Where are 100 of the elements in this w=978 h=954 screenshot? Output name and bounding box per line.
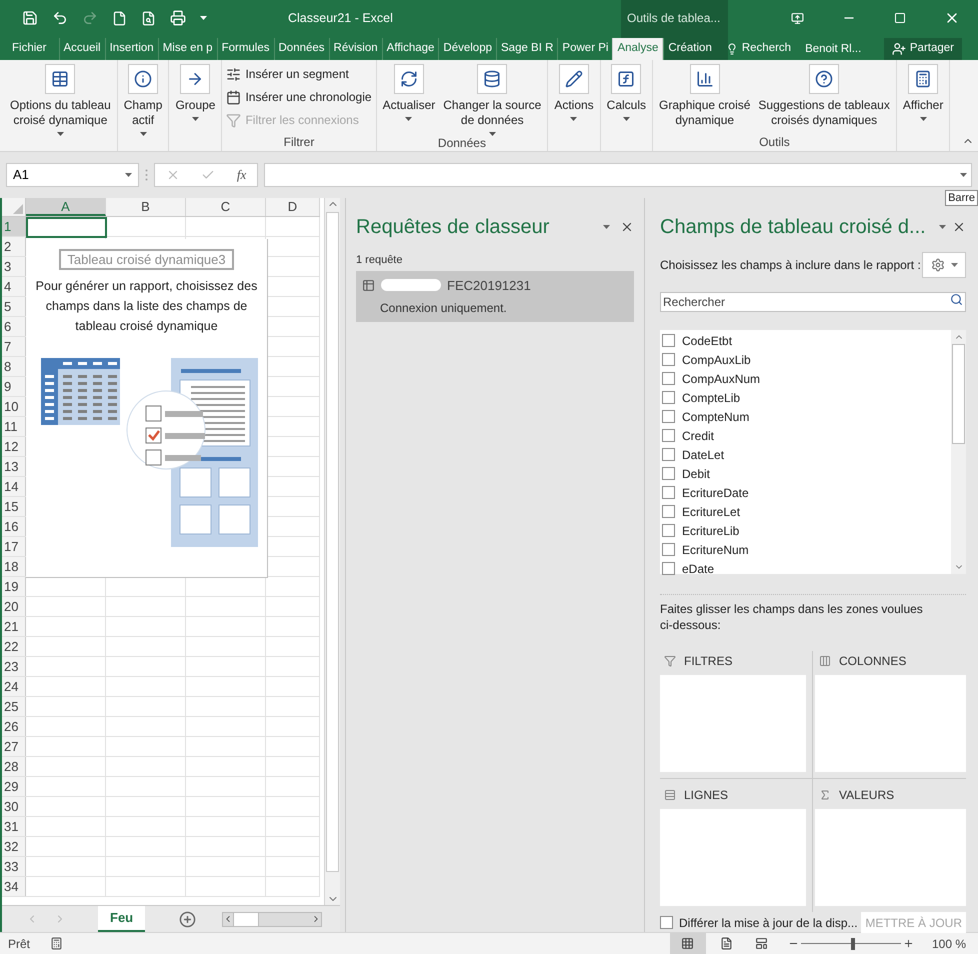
insert-function-button[interactable]: fx (236, 165, 246, 185)
name-box[interactable]: A1 (6, 163, 139, 187)
field-label[interactable]: DateLet (682, 446, 724, 464)
row-header[interactable]: 7 (2, 337, 26, 356)
query-item[interactable]: FEC20191231 Connexion uniquement. (356, 270, 634, 322)
sheet-tab[interactable]: Feu (98, 906, 146, 932)
print-preview-icon[interactable] (141, 10, 156, 26)
field-checkbox[interactable] (662, 410, 675, 423)
printer-icon[interactable] (170, 10, 186, 26)
field-checkbox[interactable] (662, 524, 675, 537)
maximize-icon[interactable] (894, 12, 906, 24)
undo-icon[interactable] (52, 10, 68, 26)
ribbon-button[interactable]: Options du tableau croisé dynamique (8, 64, 113, 136)
row-header[interactable]: 11 (2, 417, 26, 436)
row-header[interactable]: 10 (2, 397, 26, 416)
field-label[interactable]: CompAuxLib (682, 350, 751, 368)
defer-label[interactable]: Différer la mise à jour de la disp... (679, 914, 862, 932)
row-header[interactable]: 23 (2, 657, 26, 676)
ribbon-button[interactable]: Calculs (604, 64, 648, 121)
vertical-scrollbar[interactable] (324, 198, 340, 905)
new-file-icon[interactable] (112, 10, 127, 26)
close-icon[interactable] (620, 220, 634, 234)
row-header[interactable]: 34 (2, 877, 26, 896)
row-header[interactable]: 15 (2, 497, 26, 516)
column-header[interactable]: A (26, 198, 106, 216)
field-checkbox[interactable] (662, 505, 675, 518)
field-label[interactable]: eDate (682, 560, 714, 578)
field-label[interactable]: EcritureLib (682, 522, 740, 540)
field-label[interactable]: CodeEtbt (682, 332, 732, 350)
ribbon-button[interactable]: Suggestions de tableaux croisés dynamiques (756, 64, 892, 128)
ribbon-button[interactable]: Afficher (900, 64, 946, 121)
row-header[interactable]: 2 (2, 237, 26, 256)
ribbon-tab[interactable]: Analyse (612, 38, 664, 60)
field-checkbox[interactable] (662, 486, 675, 499)
ribbon-button[interactable]: Actualiser (380, 64, 438, 121)
macro-record-icon[interactable] (50, 937, 64, 950)
row-header[interactable]: 24 (2, 677, 26, 696)
row-header[interactable]: 14 (2, 477, 26, 496)
selected-cell[interactable] (26, 217, 107, 238)
row-header[interactable]: 12 (2, 437, 26, 456)
ribbon-button[interactable]: Insérer un segment (226, 64, 372, 84)
row-header[interactable]: 5 (2, 297, 26, 316)
field-label[interactable]: Credit (682, 426, 714, 444)
page-break-icon[interactable] (754, 937, 768, 950)
add-sheet-icon[interactable] (179, 910, 196, 928)
share-button[interactable]: Partager (884, 38, 962, 60)
field-checkbox[interactable] (662, 543, 675, 556)
row-header[interactable]: 33 (2, 857, 26, 876)
row-header[interactable]: 9 (2, 377, 26, 396)
ribbon-button[interactable]: Actions (552, 64, 596, 121)
field-checkbox[interactable] (662, 467, 675, 480)
row-header[interactable]: 19 (2, 577, 26, 596)
field-checkbox[interactable] (662, 353, 675, 366)
ribbon-button[interactable]: Changer la source de données (441, 64, 544, 136)
ribbon-button[interactable]: Champ actif (122, 64, 164, 136)
row-header[interactable]: 4 (2, 277, 26, 296)
row-header[interactable]: 21 (2, 617, 26, 636)
page-layout-icon[interactable] (720, 937, 733, 950)
save-icon[interactable] (22, 10, 38, 26)
zoom-in-icon[interactable] (902, 938, 914, 949)
row-header[interactable]: 3 (2, 257, 26, 276)
row-header[interactable]: 26 (2, 717, 26, 736)
row-header[interactable]: 28 (2, 757, 26, 776)
row-header[interactable]: 1 (2, 217, 26, 236)
row-header[interactable]: 29 (2, 777, 26, 796)
field-checkbox[interactable] (662, 448, 675, 461)
column-header[interactable]: B (106, 198, 186, 216)
horizontal-scrollbar[interactable] (222, 912, 322, 926)
row-header[interactable]: 8 (2, 357, 26, 376)
field-label[interactable]: EcritureDate (682, 484, 749, 502)
user-name[interactable]: Benoit Rl... (805, 38, 862, 60)
field-label[interactable]: CompAuxNum (682, 370, 760, 388)
list-scrollbar[interactable] (951, 330, 966, 574)
row-header[interactable]: 30 (2, 797, 26, 816)
row-header[interactable]: 20 (2, 597, 26, 616)
zoom-slider-thumb[interactable] (850, 938, 855, 950)
row-header[interactable]: 17 (2, 537, 26, 556)
tell-me-field[interactable]: Recherch (742, 40, 792, 58)
normal-view-button[interactable] (670, 933, 706, 954)
field-checkbox[interactable] (662, 391, 675, 404)
close-icon[interactable] (952, 220, 966, 234)
ribbon-button[interactable]: Graphique croisé dynamique (657, 64, 752, 128)
search-field[interactable]: Rechercher (660, 292, 966, 312)
field-checkbox[interactable] (662, 429, 675, 442)
field-checkbox[interactable] (662, 562, 675, 575)
redo-icon[interactable] (82, 10, 98, 26)
settings-button[interactable] (922, 252, 966, 278)
field-label[interactable]: Debit (682, 464, 710, 482)
zoom-slider[interactable] (800, 938, 901, 950)
ribbon-display-icon[interactable] (791, 12, 804, 24)
column-header[interactable]: C (186, 198, 266, 216)
row-header[interactable]: 27 (2, 737, 26, 756)
row-header[interactable]: 18 (2, 557, 26, 576)
row-header[interactable]: 22 (2, 637, 26, 656)
field-label[interactable]: CompteLib (682, 388, 740, 406)
ribbon-button[interactable]: Groupe (173, 64, 218, 121)
row-header[interactable]: 13 (2, 457, 26, 476)
row-header[interactable]: 6 (2, 317, 26, 336)
row-header[interactable]: 31 (2, 817, 26, 836)
ribbon-tab[interactable]: Fichier (0, 38, 59, 60)
